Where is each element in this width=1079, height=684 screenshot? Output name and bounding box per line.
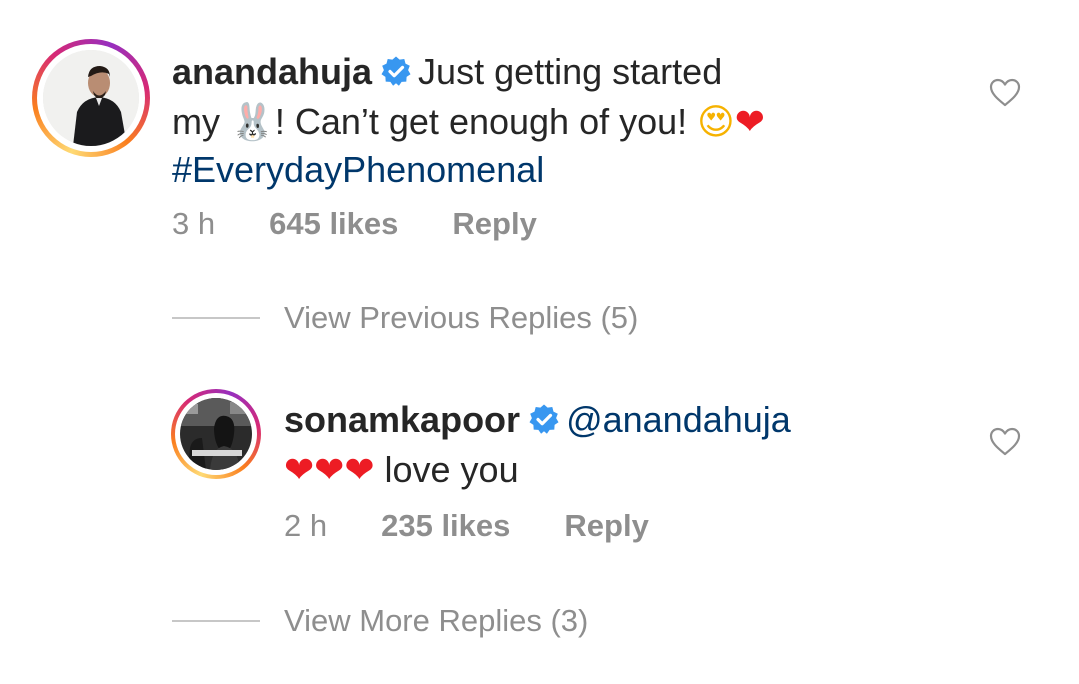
comment-reply-button[interactable]: Reply bbox=[452, 206, 536, 242]
comment-likes[interactable]: 645 likes bbox=[269, 206, 398, 242]
reply-text: sonamkapoor @anandahuja ❤❤❤ love you bbox=[284, 396, 884, 494]
view-previous-replies-label[interactable]: View Previous Replies (5) bbox=[284, 300, 638, 336]
reply-like-heart-icon[interactable] bbox=[988, 425, 1022, 459]
comment-text-line2-mid: ! Can’t get enough of you! bbox=[274, 101, 688, 142]
view-more-replies-label[interactable]: View More Replies (3) bbox=[284, 603, 588, 639]
view-previous-replies[interactable]: View Previous Replies (5) bbox=[172, 300, 638, 336]
comment-like-heart-icon[interactable] bbox=[988, 76, 1022, 110]
heart-eyes-emoji-icon: 😍 bbox=[697, 102, 735, 143]
avatar-anandahuja[interactable] bbox=[32, 39, 150, 157]
red-heart-emoji-icon: ❤ bbox=[734, 102, 765, 143]
avatar-photo bbox=[180, 398, 252, 470]
avatar-sonamkapoor[interactable] bbox=[171, 389, 261, 479]
view-more-replies[interactable]: View More Replies (3) bbox=[172, 603, 588, 639]
comment-time: 3 h bbox=[172, 206, 216, 241]
verified-badge-icon bbox=[528, 399, 560, 446]
avatar-photo bbox=[43, 50, 139, 146]
reply-meta: 2 h 235 likes Reply bbox=[284, 508, 649, 544]
reply-text-body: love you bbox=[384, 449, 519, 490]
mention-link[interactable]: @anandahuja bbox=[566, 399, 791, 440]
bunny-emoji-icon: 🐰 bbox=[230, 102, 275, 143]
reply-time: 2 h bbox=[284, 508, 328, 543]
comment-username[interactable]: anandahuja bbox=[172, 51, 372, 92]
red-hearts-emoji-icon: ❤❤❤ bbox=[284, 450, 375, 491]
reply-reply-button[interactable]: Reply bbox=[564, 508, 648, 544]
reply-likes[interactable]: 235 likes bbox=[381, 508, 510, 544]
comment-text-line2-prefix: my bbox=[172, 101, 220, 142]
hashtag-link[interactable]: #EverydayPhenomenal bbox=[172, 149, 544, 190]
divider-line bbox=[172, 317, 260, 319]
reply-username[interactable]: sonamkapoor bbox=[284, 399, 520, 440]
divider-line bbox=[172, 620, 260, 622]
verified-badge-icon bbox=[380, 51, 412, 98]
comment-text-line1: Just getting started bbox=[418, 51, 723, 92]
comment-text: anandahuja Just getting started my 🐰! Can… bbox=[172, 48, 862, 193]
comment-meta: 3 h 645 likes Reply bbox=[172, 206, 537, 242]
